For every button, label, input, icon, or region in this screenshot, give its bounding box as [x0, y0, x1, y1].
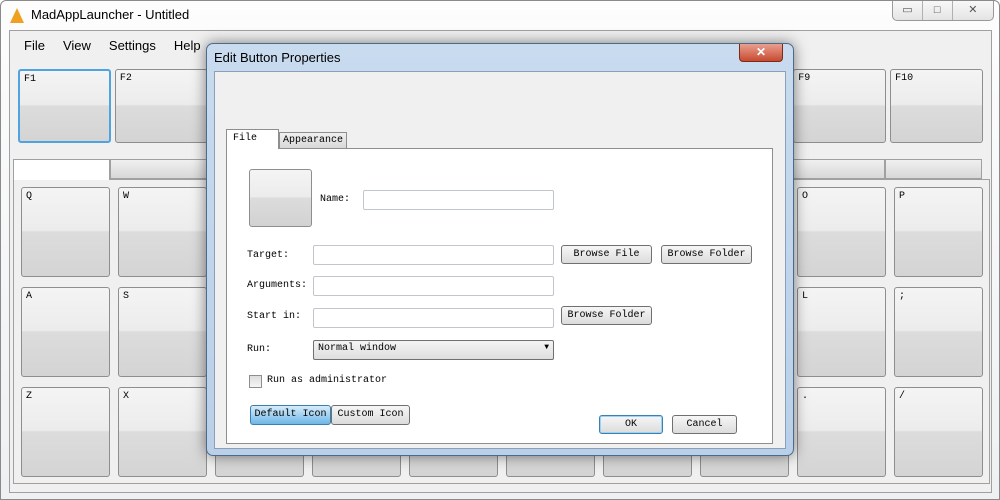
dialog-close-button[interactable]: ✕ [739, 44, 783, 62]
run-label: Run: [247, 344, 272, 355]
key-row-tab[interactable] [788, 159, 886, 179]
function-key-button[interactable]: F9 [793, 69, 887, 143]
window-title: MadAppLauncher - Untitled [31, 7, 190, 22]
run-select[interactable]: Normal window ▼ [313, 340, 554, 360]
key-row-tab[interactable] [885, 159, 983, 179]
maximize-button[interactable]: □ [923, 1, 953, 20]
function-key-button[interactable]: F1 [18, 69, 111, 143]
browse-folder-start-button[interactable]: Browse Folder [561, 306, 652, 325]
key-button[interactable]: Z [21, 387, 110, 477]
run-as-admin-label: Run as administrator [267, 375, 388, 386]
close-button[interactable]: ✕ [953, 1, 993, 20]
key-button[interactable]: S [118, 287, 207, 377]
start-in-input[interactable] [313, 308, 554, 328]
key-button[interactable]: / [894, 387, 983, 477]
cancel-button[interactable]: Cancel [672, 415, 737, 434]
key-button[interactable]: Q [21, 187, 110, 277]
name-label: Name: [320, 194, 351, 205]
function-key-button[interactable]: F2 [114, 69, 208, 143]
key-button[interactable]: O [797, 187, 886, 277]
target-input[interactable] [313, 245, 554, 265]
default-icon-button[interactable]: Default Icon [250, 405, 331, 425]
button-icon-preview [249, 169, 312, 227]
arguments-input[interactable] [313, 276, 554, 296]
key-button[interactable]: P [894, 187, 983, 277]
tab-file[interactable]: File [226, 129, 279, 149]
run-as-admin-checkbox[interactable] [249, 375, 262, 388]
browse-folder-button[interactable]: Browse Folder [661, 245, 752, 264]
key-button[interactable]: A [21, 287, 110, 377]
arguments-label: Arguments: [247, 280, 308, 291]
window-controls: ▭ □ ✕ [892, 1, 994, 21]
menu-bar: File View Settings Help [15, 38, 210, 53]
key-button[interactable]: X [118, 387, 207, 477]
target-label: Target: [247, 250, 290, 261]
ok-button[interactable]: OK [599, 415, 663, 434]
key-button[interactable]: L [797, 287, 886, 377]
run-select-value: Normal window [318, 343, 397, 354]
menu-view[interactable]: View [54, 38, 100, 53]
name-input[interactable] [363, 190, 554, 210]
key-button[interactable]: ; [894, 287, 983, 377]
key-button[interactable]: W [118, 187, 207, 277]
custom-icon-button[interactable]: Custom Icon [331, 405, 410, 425]
chevron-down-icon: ▼ [544, 343, 549, 352]
dialog-body: File Appearance Name: Target: Browse Fil… [214, 71, 786, 449]
tab-appearance[interactable]: Appearance [279, 132, 347, 149]
minimize-button[interactable]: ▭ [893, 1, 923, 20]
browse-file-button[interactable]: Browse File [561, 245, 652, 264]
edit-button-dialog: Edit Button Properties ✕ File Appearance… [206, 43, 794, 456]
app-logo-icon [10, 8, 24, 23]
key-row-tab[interactable] [109, 159, 207, 179]
menu-settings[interactable]: Settings [100, 38, 165, 53]
function-key-button[interactable]: F10 [890, 69, 984, 143]
key-row-tab[interactable] [13, 159, 110, 180]
menu-help[interactable]: Help [165, 38, 210, 53]
dialog-title: Edit Button Properties [214, 50, 341, 65]
menu-file[interactable]: File [15, 38, 54, 53]
file-tab-page: Name: Target: Browse File Browse Folder … [226, 148, 773, 444]
start-in-label: Start in: [247, 311, 302, 322]
key-button[interactable]: . [797, 387, 886, 477]
